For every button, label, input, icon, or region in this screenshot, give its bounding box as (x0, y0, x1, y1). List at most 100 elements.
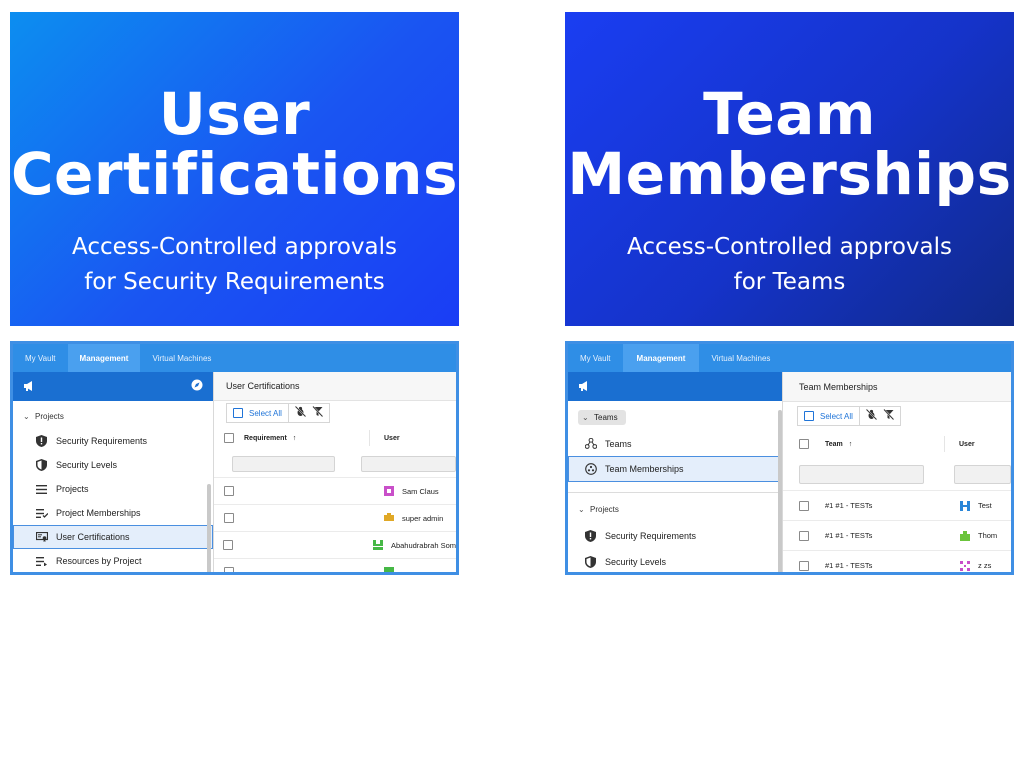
alert-shield-icon (585, 530, 605, 542)
column-header-user[interactable]: User (945, 441, 975, 448)
filter-tools (288, 403, 330, 423)
user-avatar-icon (384, 486, 394, 496)
toolbar: Select All (214, 401, 456, 425)
arrow-up-icon: ↑ (848, 440, 853, 448)
column-header-requirement[interactable]: Requirement ↑ (244, 430, 370, 446)
row-checkbox[interactable] (224, 486, 234, 496)
table-row[interactable]: Sam Claus (214, 477, 456, 504)
shield-icon (585, 556, 605, 568)
column-header-label: Team (825, 440, 843, 448)
filter-row (783, 458, 1011, 490)
bug-off-icon[interactable] (865, 407, 878, 425)
sidebar-scrollbar[interactable] (778, 410, 782, 572)
filter-input-user[interactable] (953, 464, 1011, 484)
hero-title: Team Memberships (567, 84, 1011, 204)
table-row[interactable]: #1 #1 - TESTs z zs (783, 550, 1011, 572)
column-header-label: Requirement (244, 434, 287, 442)
main-panel: Team Memberships Select All Team ↑ User … (783, 372, 1011, 572)
filter-off-icon[interactable] (312, 404, 324, 422)
cell-team: #1 #1 - TESTs (825, 501, 873, 510)
sidebar-group-teams[interactable]: ⌄ Teams (568, 407, 782, 427)
sidebar-item-security-requirements[interactable]: Security Requirements (568, 523, 782, 549)
row-checkbox[interactable] (799, 530, 809, 541)
sidebar-item-project-memberships[interactable]: Project Memberships (13, 501, 213, 525)
user-avatar-icon (384, 513, 394, 523)
sidebar-item-label: Team Memberships (605, 464, 684, 474)
sidebar-group-projects[interactable]: ⌄ Projects (568, 499, 782, 519)
table-row[interactable] (214, 558, 456, 572)
sidebar-item-label: Security Levels (56, 460, 118, 470)
bug-off-icon[interactable] (294, 404, 307, 422)
hero-title-line-1: User (158, 80, 311, 148)
megaphone-icon[interactable] (23, 378, 35, 396)
sidebar-item-label: Security Requirements (56, 436, 148, 446)
sidebar-group-projects[interactable]: ⌄ Projects (13, 406, 213, 426)
sidebar-item-user-certifications[interactable]: User Certifications (13, 525, 213, 549)
cell-team: #1 #1 - TESTs (825, 561, 873, 570)
table-row[interactable]: Abahudrabrah Som (214, 531, 456, 558)
hero-user-certifications: User Certifications Access-Controlled ap… (10, 12, 459, 326)
list-arrow-icon (36, 556, 56, 566)
sidebar-scrollbar[interactable] (207, 484, 211, 572)
sidebar-item-security-requirements[interactable]: Security Requirements (13, 429, 213, 453)
sidebar-item-label: Security Levels (605, 557, 667, 567)
tab-my-vault[interactable]: My Vault (568, 344, 623, 372)
sidebar-item-label: Project Memberships (56, 508, 141, 518)
compass-icon[interactable] (191, 378, 203, 396)
sidebar-item-label: Security Requirements (605, 531, 697, 541)
table-header: Team ↑ User (783, 430, 1011, 458)
sidebar-group-label: Projects (590, 504, 619, 514)
tab-virtual-machines[interactable]: Virtual Machines (140, 344, 223, 372)
app-screenshot-team-memberships: My Vault Management Virtual Machines ⌄ T… (565, 341, 1014, 575)
sidebar-item-label: Teams (605, 438, 632, 449)
sidebar-item-teams[interactable]: Teams (568, 431, 782, 456)
select-all-button[interactable]: Select All (797, 406, 860, 426)
table-row[interactable]: super admin (214, 504, 456, 531)
table-row[interactable]: #1 #1 - TESTs Thom (783, 520, 1011, 550)
row-checkbox[interactable] (224, 567, 234, 572)
row-checkbox[interactable] (799, 560, 809, 571)
sidebar-item-security-levels[interactable]: Security Levels (13, 453, 213, 477)
sidebar-item-team-memberships[interactable]: Team Memberships (568, 456, 782, 482)
row-checkbox[interactable] (799, 500, 809, 511)
table-row[interactable]: #1 #1 - TESTs Test (783, 490, 1011, 520)
toolbar: Select All (783, 402, 1011, 430)
shield-icon (36, 459, 56, 471)
select-all-label: Select All (820, 411, 853, 421)
sidebar-item-projects[interactable]: Projects (13, 477, 213, 501)
sidebar-item-security-levels[interactable]: Security Levels (568, 549, 782, 572)
row-checkbox[interactable] (224, 513, 234, 523)
sidebar-item-resources-by-project[interactable]: Resources by Project (13, 549, 213, 572)
hero-subtitle-line-1: Access-Controlled approvals (71, 234, 398, 260)
filter-input-user[interactable] (361, 456, 456, 472)
hero-title-line-1: Team (703, 80, 876, 148)
filter-off-icon[interactable] (883, 407, 895, 425)
megaphone-icon[interactable] (578, 378, 590, 396)
app-body: ⌄ Projects Security Requirements Securit… (13, 372, 456, 572)
chevron-down-icon: ⌄ (23, 411, 30, 421)
sidebar-header (568, 372, 782, 401)
hero-subtitle-line-2: for Security Requirements (84, 269, 385, 295)
select-all-button[interactable]: Select All (226, 403, 289, 423)
row-checkbox[interactable] (222, 540, 233, 550)
header-checkbox[interactable] (799, 439, 809, 449)
user-avatar-icon (960, 500, 970, 511)
hero-subtitle-line-1: Access-Controlled approvals (626, 234, 953, 260)
tab-management[interactable]: Management (67, 344, 141, 372)
hero-subtitle: Access-Controlled approvals for Teams (627, 230, 952, 300)
header-checkbox[interactable] (224, 433, 234, 443)
tab-management[interactable]: Management (622, 344, 700, 372)
team-circle-icon (585, 463, 605, 475)
tab-my-vault[interactable]: My Vault (13, 344, 68, 372)
tab-virtual-machines[interactable]: Virtual Machines (699, 344, 782, 372)
page-title: Team Memberships (783, 372, 1011, 402)
filter-input-team[interactable] (799, 464, 924, 484)
filter-input-requirement[interactable] (232, 456, 336, 472)
page-title: User Certifications (214, 372, 456, 401)
hero-team-memberships: Team Memberships Access-Controlled appro… (565, 12, 1014, 326)
top-tabbar: My Vault Management Virtual Machines (13, 344, 456, 372)
column-header-team[interactable]: Team ↑ (825, 436, 945, 452)
list-icon (36, 484, 56, 494)
column-header-user[interactable]: User (370, 435, 400, 442)
checkbox-icon (233, 408, 243, 418)
